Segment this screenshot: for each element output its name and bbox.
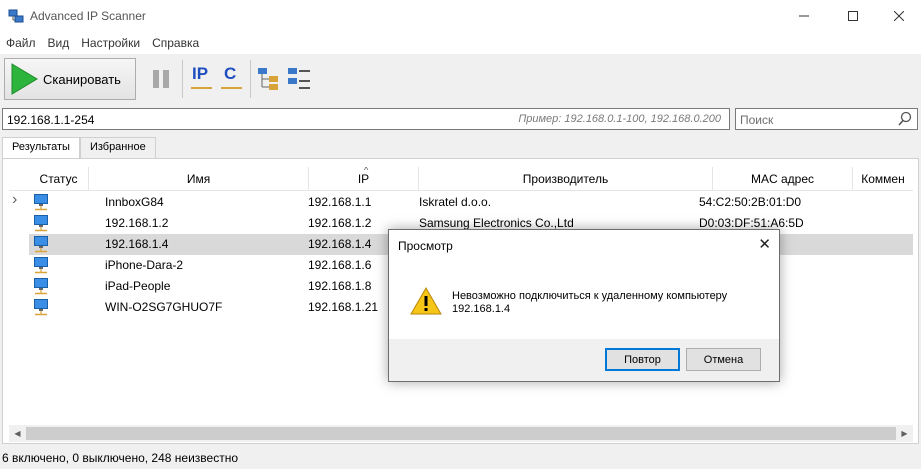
dialog-close-icon[interactable]: ✕ (758, 235, 771, 253)
status-bar: 6 включено, 0 выключено, 248 неизвестно (0, 448, 921, 469)
sort-ascending-icon: ^ (364, 167, 369, 175)
scan-button-label: Сканировать (43, 71, 121, 87)
toolbar-separator (182, 60, 183, 98)
c-tool-underline-icon (221, 87, 242, 89)
ip-range-input[interactable]: 192.168.1.1-254 Пример: 192.168.0.1-100,… (2, 108, 730, 130)
play-icon (11, 63, 38, 95)
scroll-left-icon[interactable]: ◀ (9, 425, 26, 442)
tab-favorites[interactable]: Избранное (79, 137, 156, 158)
warning-icon (410, 287, 442, 315)
list-header: Статус Имя IP Производитель MAC адрес Ко… (9, 167, 913, 191)
result-tabs: Результаты Избранное (2, 137, 156, 159)
computer-online-icon (34, 236, 48, 253)
status-text: 6 включено, 0 выключено, 248 неизвестно (2, 451, 238, 465)
menu-bar: Файл Вид Настройки Справка (0, 32, 921, 54)
c-tool-button[interactable]: C (218, 64, 246, 94)
search-input[interactable]: Поиск (735, 108, 918, 130)
row-mac: D0:03:DF:51:A6:5D (699, 216, 804, 230)
row-ip: 192.168.1.8 (308, 279, 372, 293)
menu-view[interactable]: Вид (48, 36, 70, 50)
computer-online-icon (34, 257, 48, 274)
computer-online-icon (34, 194, 48, 211)
scrollbar-thumb[interactable] (26, 427, 896, 440)
close-icon (894, 11, 904, 21)
tab-results[interactable]: Результаты (2, 137, 80, 159)
row-ip: 192.168.1.4 (308, 237, 372, 251)
expand-all-icon[interactable] (256, 64, 284, 94)
window-title: Advanced IP Scanner (30, 9, 146, 23)
ip-range-value: 192.168.1.1-254 (7, 113, 95, 127)
ip-tool-underline-icon (191, 87, 212, 89)
computer-online-icon (34, 299, 48, 316)
row-name: 192.168.1.2 (105, 216, 169, 230)
dialog-message: Невозможно подключиться к удаленному ком… (452, 290, 727, 316)
view-dialog: Просмотр ✕ Невозможно подключиться к уда… (388, 229, 780, 382)
app-network-icon (8, 9, 24, 23)
row-name: iPhone-Dara-2 (105, 258, 184, 272)
row-name: WIN-O2SG7GHUO7F (105, 300, 223, 314)
row-ip: 192.168.1.21 (308, 300, 379, 314)
toolbar: Сканировать IP C (0, 54, 921, 104)
row-name: iPad-People (105, 279, 171, 293)
close-window-button[interactable] (876, 0, 921, 32)
row-ip: 192.168.1.6 (308, 258, 372, 272)
minimize-icon (799, 15, 809, 17)
row-ip: 192.168.1.2 (308, 216, 372, 230)
computer-online-icon (34, 278, 48, 295)
table-row[interactable]: › InnboxG84 192.168.1.1 Iskratel d.o.o. 54:C… (9, 191, 913, 213)
column-vendor[interactable]: Производитель (419, 167, 713, 191)
app-window: Advanced IP Scanner Файл Вид Настройки С… (0, 0, 921, 469)
scroll-right-icon[interactable]: ▶ (896, 425, 913, 442)
search-icon[interactable] (897, 111, 913, 127)
column-mac[interactable]: MAC адрес (713, 167, 853, 191)
toolbar-separator (250, 60, 251, 98)
pause-icon[interactable] (148, 64, 176, 94)
dialog-title: Просмотр (398, 239, 453, 253)
dialog-message-line1: Невозможно подключиться к удаленному ком… (452, 290, 728, 302)
row-name: InnboxG84 (105, 195, 164, 209)
row-mac: 54:C2:50:2B:01:D0 (699, 195, 802, 209)
maximize-icon (848, 11, 858, 21)
ip-range-hint: Пример: 192.168.0.1-100, 192.168.0.200 (518, 113, 721, 125)
title-bar: Advanced IP Scanner (0, 0, 921, 32)
column-name[interactable]: Имя (89, 167, 309, 191)
menu-help[interactable]: Справка (152, 36, 199, 50)
minimize-button[interactable] (781, 0, 827, 32)
column-comment[interactable]: Коммен (853, 167, 913, 191)
row-name: 192.168.1.4 (105, 237, 169, 251)
maximize-button[interactable] (830, 0, 876, 32)
dialog-message-line2: 192.168.1.4 (452, 303, 511, 315)
computer-online-icon (34, 215, 48, 232)
ip-tool-button[interactable]: IP (188, 64, 216, 94)
column-status[interactable]: Статус (29, 167, 89, 191)
search-placeholder: Поиск (740, 113, 774, 127)
dialog-footer: Повтор Отмена (389, 339, 779, 381)
row-ip: 192.168.1.1 (308, 195, 372, 209)
expand-row-icon[interactable]: › (12, 191, 17, 209)
cancel-button[interactable]: Отмена (686, 348, 761, 371)
retry-button[interactable]: Повтор (605, 348, 680, 371)
menu-settings[interactable]: Настройки (81, 36, 140, 50)
row-vendor: Iskratel d.o.o. (419, 195, 492, 209)
row-vendor: Samsung Electronics Co.,Ltd (419, 216, 574, 230)
horizontal-scrollbar[interactable]: ◀ ▶ (9, 425, 913, 442)
menu-file[interactable]: Файл (6, 36, 36, 50)
scan-button[interactable]: Сканировать (4, 58, 136, 100)
collapse-all-icon[interactable] (286, 64, 314, 94)
